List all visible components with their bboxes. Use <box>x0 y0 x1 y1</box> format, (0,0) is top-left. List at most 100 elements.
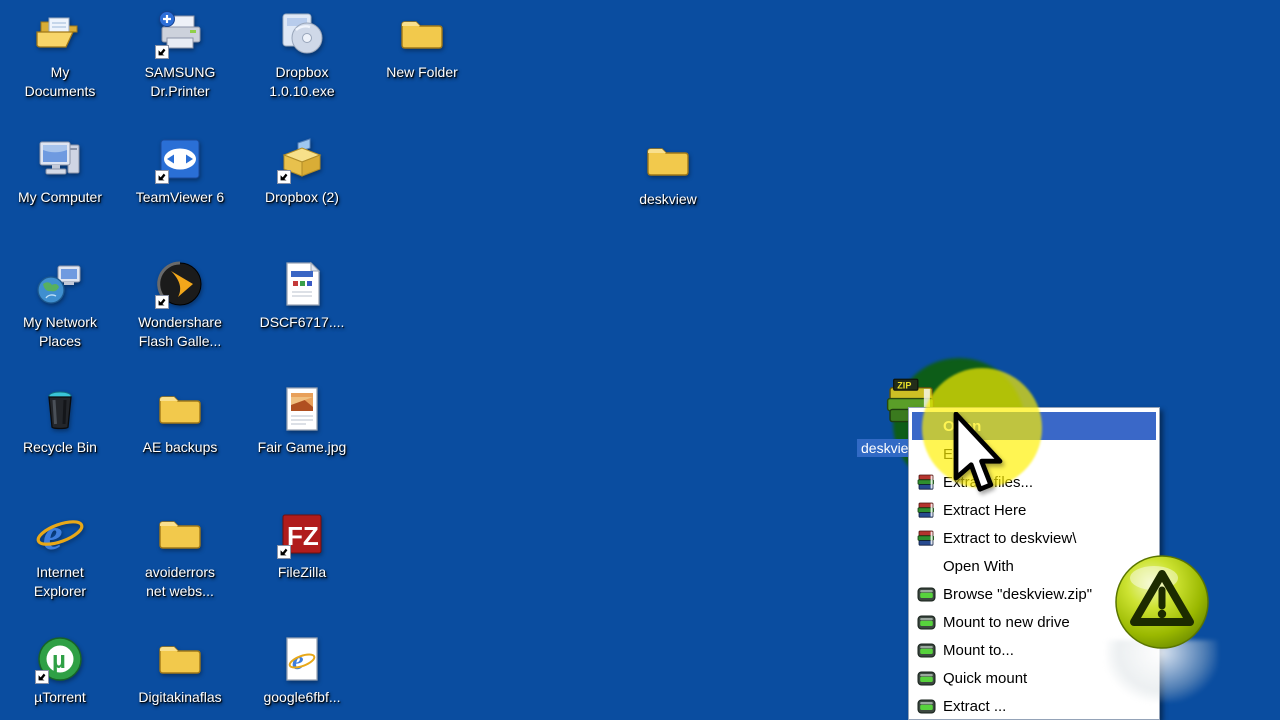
desktop-icon-deskview-folder[interactable]: deskview <box>612 135 724 209</box>
html-file-icon: e <box>276 633 328 685</box>
printer-icon <box>154 8 206 60</box>
doc-image-icon <box>276 258 328 310</box>
desktop-icon-wondershare-flash-gallery[interactable]: WondershareFlash Galle... <box>124 258 236 351</box>
label-line: Fair Game.jpg <box>258 438 347 457</box>
menu-item-spacer <box>917 417 943 435</box>
shortcut-arrow-icon <box>155 295 169 309</box>
desktop-icon-label: My NetworkPlaces <box>23 313 97 351</box>
svg-text:e: e <box>43 510 63 559</box>
desktop-icon-dropbox-2[interactable]: Dropbox (2) <box>246 133 358 207</box>
menu-item-open[interactable]: Open <box>912 412 1156 440</box>
label-line: Explorer <box>34 582 86 601</box>
desktop-icon-label: Dropbox1.0.10.exe <box>269 63 334 101</box>
desktop-icon-label: AE backups <box>143 438 218 457</box>
desktop-icon-label: New Folder <box>386 63 458 82</box>
desktop-icon-recycle-bin[interactable]: Recycle Bin <box>4 383 116 457</box>
desktop-icon-fair-game-jpg[interactable]: Fair Game.jpg <box>246 383 358 457</box>
desktop-icon-label: Recycle Bin <box>23 438 97 457</box>
label-line: Wondershare <box>138 313 222 332</box>
desktop-icon-label: Fair Game.jpg <box>258 438 347 457</box>
folder-icon <box>154 383 206 435</box>
wondershare-icon <box>154 258 206 310</box>
label-line: Internet <box>34 563 86 582</box>
network-icon <box>34 258 86 310</box>
svg-text:ZIP: ZIP <box>897 380 911 390</box>
menu-item-quick-mount[interactable]: Quick mount <box>909 664 1159 692</box>
label-line: SAMSUNG <box>145 63 216 82</box>
menu-item-extract-to-deskview[interactable]: Extract to deskview\ <box>909 524 1159 552</box>
label-line: google6fbf... <box>263 688 340 707</box>
shortcut-arrow-icon <box>277 545 291 559</box>
desktop-icon-dscf6717[interactable]: DSCF6717.... <box>246 258 358 332</box>
cd-installer-icon <box>276 8 328 60</box>
desktop-icon-new-folder[interactable]: New Folder <box>366 8 478 82</box>
svg-text:µ: µ <box>52 647 66 674</box>
desktop-icon-my-documents[interactable]: MyDocuments <box>4 8 116 101</box>
desktop-icon-digitakinaflas[interactable]: Digitakinaflas <box>124 633 236 707</box>
desktop-icon-utorrent[interactable]: µµTorrent <box>4 633 116 707</box>
menu-item-extract[interactable]: Extract ... <box>909 692 1159 720</box>
desktop-icon-samsung-dr-printer[interactable]: SAMSUNGDr.Printer <box>124 8 236 101</box>
label-line: 1.0.10.exe <box>269 82 334 101</box>
desktop-icon-label: DSCF6717.... <box>260 313 345 332</box>
menu-item-label: Quick mount <box>943 670 1027 687</box>
menu-item-label: Extract Here <box>943 502 1026 519</box>
label-line: New Folder <box>386 63 458 82</box>
label-line: My Network <box>23 313 97 332</box>
menu-item-spacer <box>917 557 943 575</box>
desktop-icon-ae-backups[interactable]: AE backups <box>124 383 236 457</box>
desktop-icon-google6fbf[interactable]: e google6fbf... <box>246 633 358 707</box>
image-file-icon <box>276 383 328 435</box>
folder-icon <box>154 633 206 685</box>
label-line: net webs... <box>145 582 215 601</box>
computer-icon <box>34 133 86 185</box>
shortcut-arrow-icon <box>277 170 291 184</box>
label-line: DSCF6717.... <box>260 313 345 332</box>
shortcut-arrow-icon <box>35 670 49 684</box>
folder-open-icon <box>34 8 86 60</box>
desktop-icon-filezilla[interactable]: FZFileZilla <box>246 508 358 582</box>
teamviewer-icon <box>154 133 206 185</box>
desktop-icon-internet-explorer[interactable]: e InternetExplorer <box>4 508 116 601</box>
recycle-icon <box>34 383 86 435</box>
desktop-icon-label: avoiderrorsnet webs... <box>145 563 215 601</box>
menu-item-label: Extract files... <box>943 474 1033 491</box>
virtual-drive-icon <box>917 697 943 715</box>
menu-item-label: Extract ... <box>943 698 1006 715</box>
folder-icon <box>154 508 206 560</box>
label-line: Flash Galle... <box>138 332 222 351</box>
desktop-icon-label: deskview <box>639 190 697 209</box>
desktop-icon-teamviewer-6[interactable]: TeamViewer 6 <box>124 133 236 207</box>
desktop-icon-label: TeamViewer 6 <box>136 188 224 207</box>
desktop-icon-label: Dropbox (2) <box>265 188 339 207</box>
label-line: Digitakinaflas <box>138 688 221 707</box>
menu-item-extract-here[interactable]: Extract Here <box>909 496 1159 524</box>
desktop-icon-my-network-places[interactable]: My NetworkPlaces <box>4 258 116 351</box>
menu-item-explore[interactable]: Explore <box>909 440 1159 468</box>
label-line: My <box>25 63 96 82</box>
desktop-icon-avoiderrors-net-website[interactable]: avoiderrorsnet webs... <box>124 508 236 601</box>
label-line: Dropbox (2) <box>265 188 339 207</box>
menu-item-extract-files[interactable]: Extract files... <box>909 468 1159 496</box>
dropbox-open-icon <box>276 133 328 185</box>
desktop-icon-label: SAMSUNGDr.Printer <box>145 63 216 101</box>
label-line: avoiderrors <box>145 563 215 582</box>
label-line: My Computer <box>18 188 102 207</box>
menu-item-label: Open With <box>943 558 1014 575</box>
label-line: Places <box>23 332 97 351</box>
winrar-archive-icon <box>917 501 943 519</box>
desktop-icon-label: WondershareFlash Galle... <box>138 313 222 351</box>
desktop-icon-my-computer[interactable]: My Computer <box>4 133 116 207</box>
desktop-icon-label: InternetExplorer <box>34 563 86 601</box>
label-line: Recycle Bin <box>23 438 97 457</box>
menu-item-label: Mount to... <box>943 642 1014 659</box>
desktop-icon-dropbox-installer[interactable]: Dropbox1.0.10.exe <box>246 8 358 101</box>
ie-icon: e <box>34 508 86 560</box>
desktop-icon-label: MyDocuments <box>25 63 96 101</box>
folder-icon <box>396 8 448 60</box>
warning-triangle-icon <box>1114 554 1210 650</box>
virtual-drive-icon <box>917 669 943 687</box>
shortcut-arrow-icon <box>155 170 169 184</box>
desktop-icon-label: google6fbf... <box>263 688 340 707</box>
label-line: Dr.Printer <box>145 82 216 101</box>
